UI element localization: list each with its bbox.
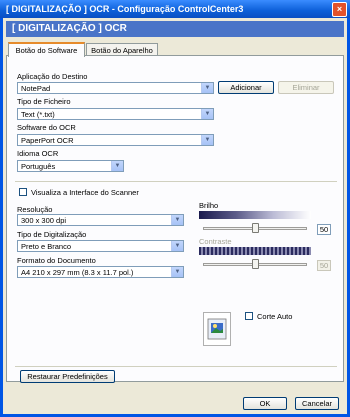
tab-panel: Aplicação do Destino NotePad ▼ Adicionar…: [6, 55, 344, 383]
destination-select[interactable]: NotePad ▼: [17, 82, 214, 94]
resolution-select[interactable]: 300 x 300 dpi ▼: [17, 214, 184, 226]
divider: [15, 366, 337, 367]
ok-button[interactable]: OK: [243, 397, 287, 410]
divider: [15, 181, 337, 182]
scan-type-label: Tipo de Digitalização: [17, 230, 87, 239]
chevron-down-icon: ▼: [171, 241, 183, 251]
contrast-value-box[interactable]: 50: [317, 260, 331, 271]
brightness-slider-thumb[interactable]: [252, 223, 259, 233]
section-header: [ DIGITALIZAÇÃO ] OCR: [6, 21, 344, 37]
document-preview-graphic: [207, 318, 227, 340]
document-size-select[interactable]: A4 210 x 297 mm (8.3 x 11.7 pol.) ▼: [17, 266, 184, 278]
contrast-label: Contraste: [199, 237, 232, 246]
dialog-window: [ DIGITALIZAÇÃO ] OCR - Configuração Con…: [0, 0, 350, 417]
file-type-label: Tipo de Ficheiro: [17, 97, 71, 106]
file-type-value: Text (*.txt): [21, 110, 55, 119]
title-bar[interactable]: [ DIGITALIZAÇÃO ] OCR - Configuração Con…: [0, 0, 350, 18]
document-preview-icon: [203, 312, 231, 346]
section-header-title: [ DIGITALIZAÇÃO ] OCR: [12, 23, 127, 34]
scan-type-select[interactable]: Preto e Branco ▼: [17, 240, 184, 252]
scanner-interface-checkbox[interactable]: [19, 188, 27, 196]
tab-software-button[interactable]: Botão do Software: [8, 42, 85, 57]
close-icon[interactable]: ×: [332, 2, 347, 17]
chevron-down-icon: ▼: [201, 135, 213, 145]
brightness-label: Brilho: [199, 201, 219, 210]
scan-type-value: Preto e Branco: [21, 242, 72, 251]
ocr-software-select[interactable]: PaperPort OCR ▼: [17, 134, 214, 146]
cancel-button[interactable]: Cancelar: [295, 397, 339, 410]
chevron-down-icon: ▼: [201, 109, 213, 119]
document-size-value: A4 210 x 297 mm (8.3 x 11.7 pol.): [21, 268, 134, 277]
ocr-software-value: PaperPort OCR: [21, 136, 74, 145]
dialog-client-area: [ DIGITALIZAÇÃO ] OCR Botão do Software …: [3, 18, 347, 414]
contrast-slider-thumb[interactable]: [252, 259, 259, 269]
chevron-down-icon: ▼: [111, 161, 123, 171]
brightness-value-box[interactable]: 50: [317, 224, 331, 235]
ocr-language-label: Idioma OCR: [17, 149, 59, 158]
ocr-language-select[interactable]: Português ▼: [17, 160, 124, 172]
destination-label: Aplicação do Destino: [17, 72, 88, 81]
contrast-pattern-bar: [199, 247, 311, 255]
destination-value: NotePad: [21, 84, 51, 93]
chevron-down-icon: ▼: [171, 267, 183, 277]
document-size-label: Formato do Documento: [17, 256, 96, 265]
restore-defaults-button[interactable]: Restaurar Predefinições: [20, 370, 115, 383]
file-type-select[interactable]: Text (*.txt) ▼: [17, 108, 214, 120]
resolution-label: Resolução: [17, 205, 53, 214]
ocr-software-label: Software do OCR: [17, 123, 76, 132]
auto-crop-label: Corte Auto: [257, 312, 293, 321]
resolution-value: 300 x 300 dpi: [21, 216, 67, 225]
add-button[interactable]: Adicionar: [218, 81, 274, 94]
remove-button[interactable]: Eliminar: [278, 81, 334, 94]
window-title: [ DIGITALIZAÇÃO ] OCR - Configuração Con…: [6, 4, 244, 14]
chevron-down-icon: ▼: [201, 83, 213, 93]
scanner-interface-label: Visualiza a Interface do Scanner: [31, 188, 139, 197]
auto-crop-checkbox[interactable]: [245, 312, 253, 320]
brightness-gradient-bar: [199, 211, 311, 219]
chevron-down-icon: ▼: [171, 215, 183, 225]
ocr-language-value: Português: [21, 162, 56, 171]
